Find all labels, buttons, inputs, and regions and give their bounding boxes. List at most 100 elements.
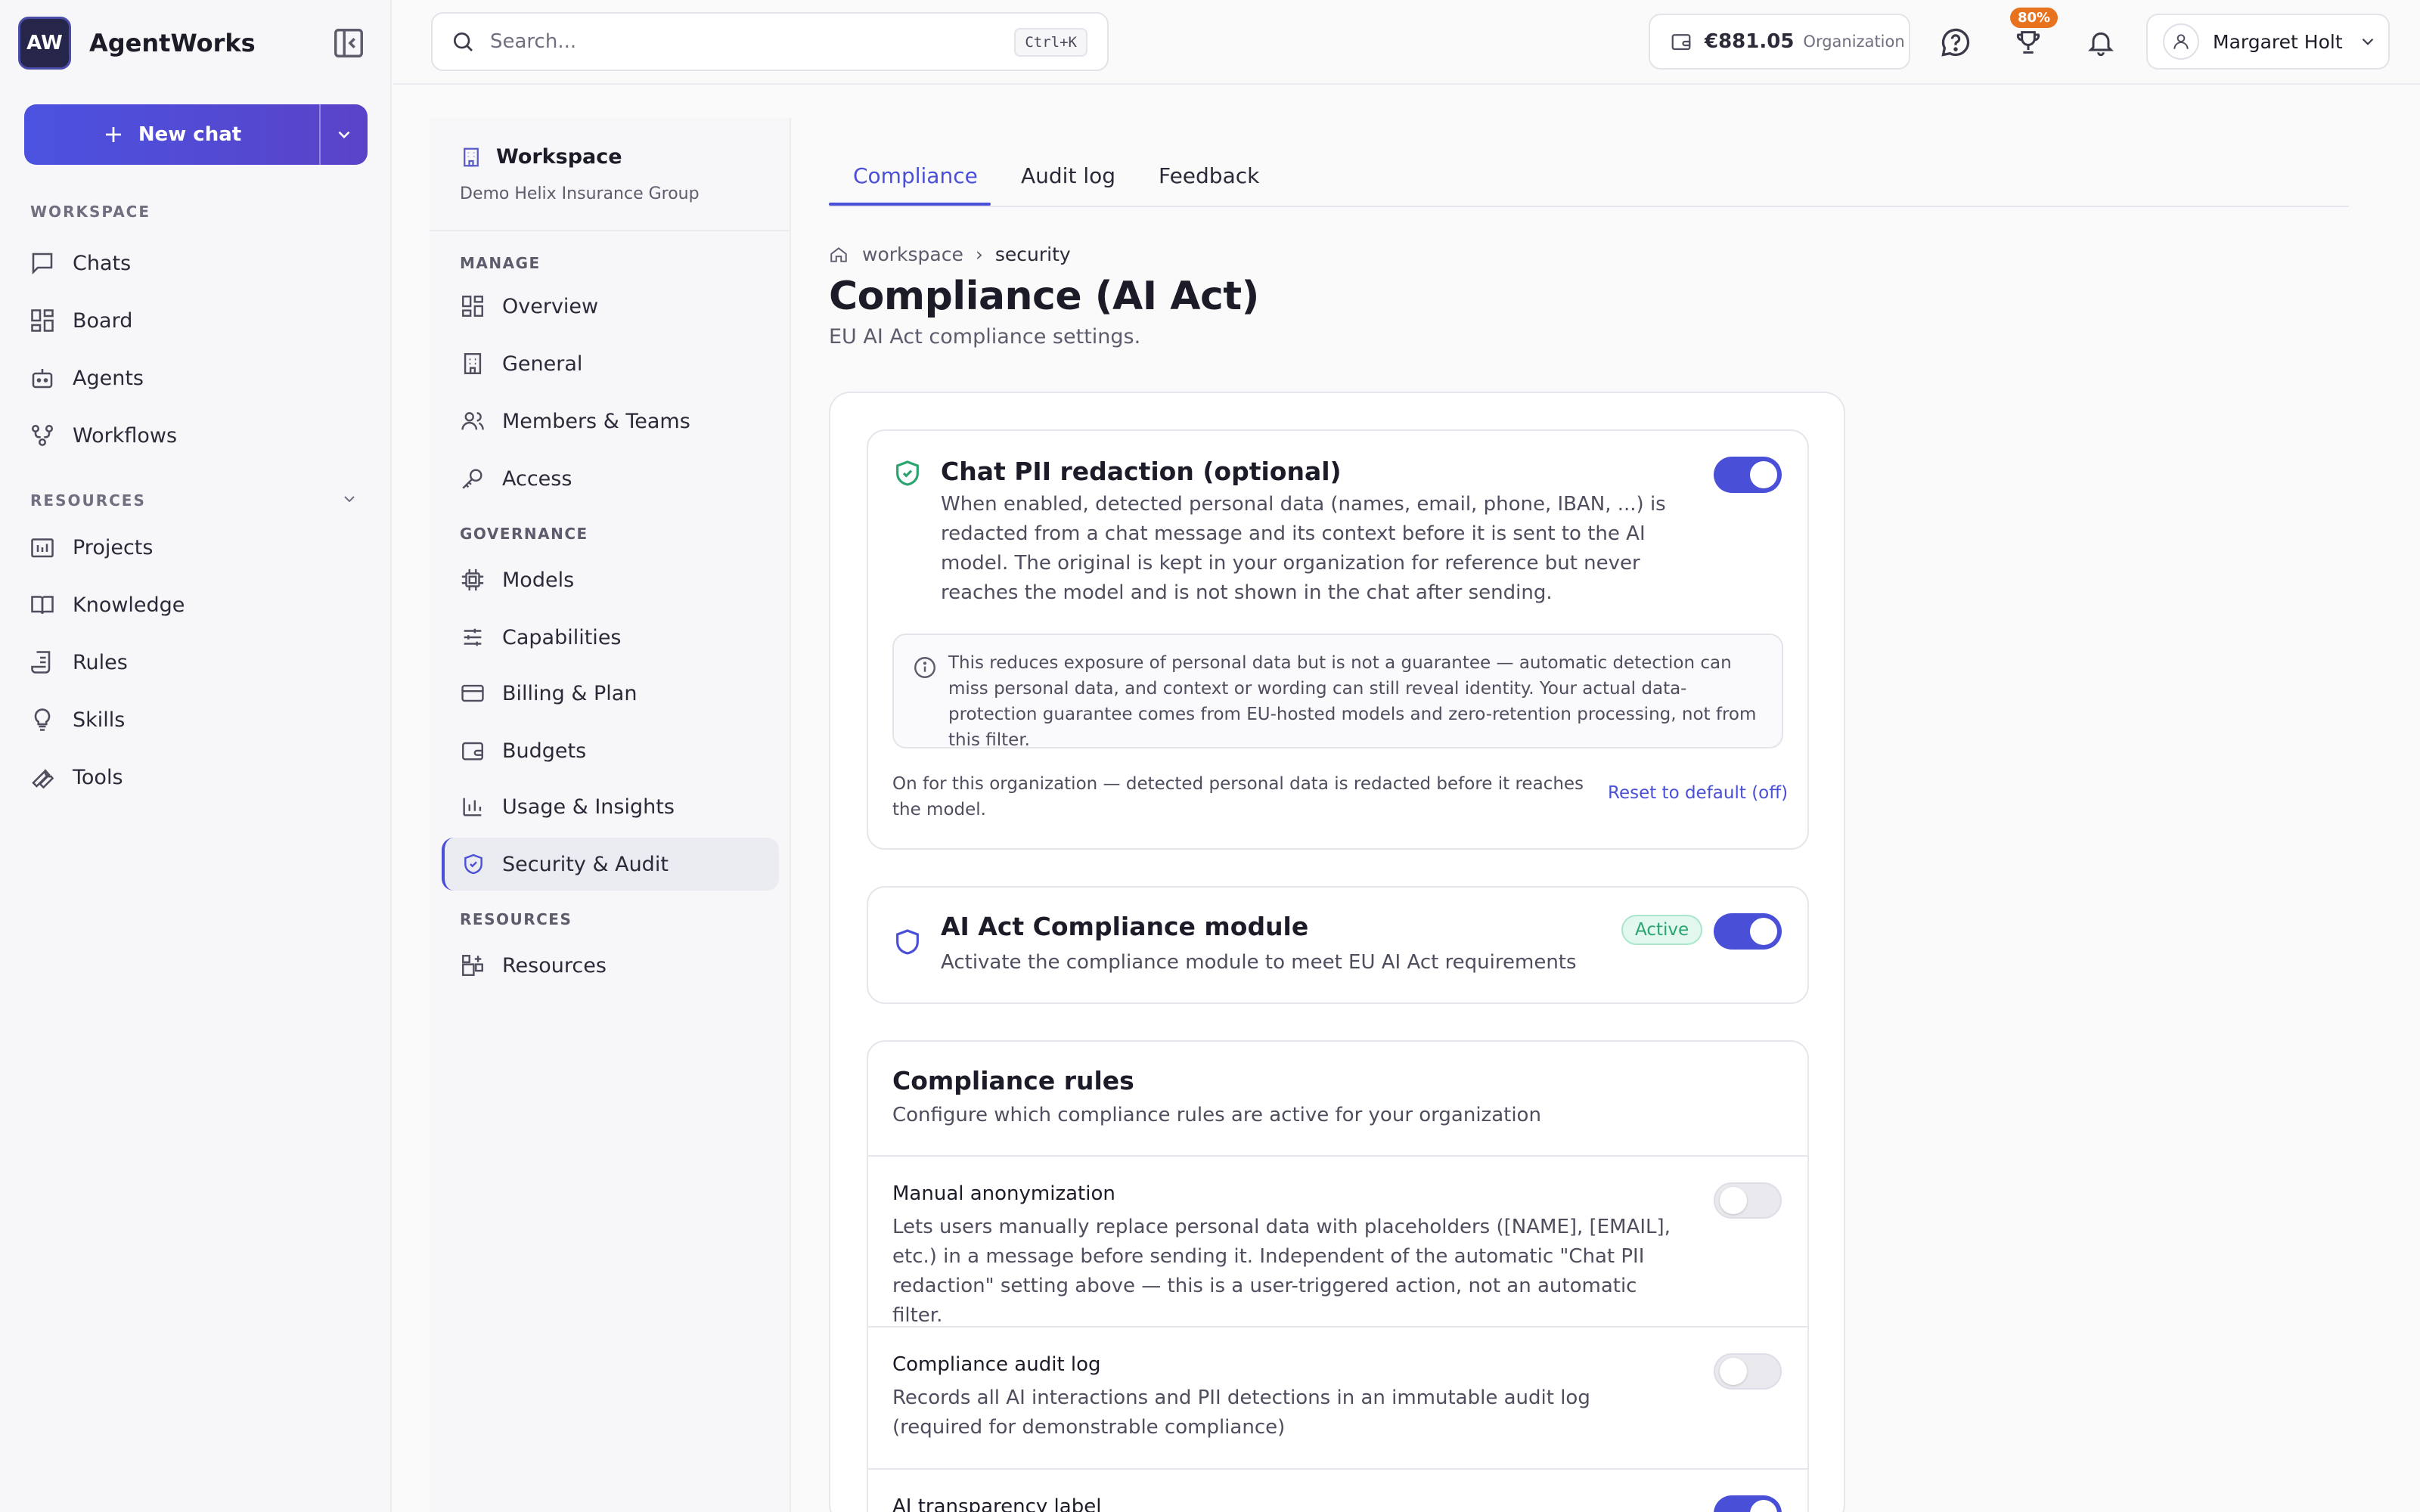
toggle-knob bbox=[1720, 1358, 1747, 1385]
page-subtitle: EU AI Act compliance settings. bbox=[829, 325, 1141, 349]
tab-compliance[interactable]: Compliance bbox=[853, 163, 978, 188]
sliders-icon bbox=[464, 628, 482, 646]
active-tab-indicator bbox=[829, 203, 991, 206]
usage-badge: 80% bbox=[2010, 8, 2059, 28]
usage-button[interactable] bbox=[2009, 23, 2048, 62]
tab-feedback[interactable]: Feedback bbox=[1159, 163, 1259, 188]
workspace-org-name: Demo Helix Insurance Group bbox=[460, 184, 700, 203]
breadcrumb-workspace[interactable]: workspace bbox=[862, 243, 963, 265]
sidebar-item-label: Agents bbox=[73, 366, 144, 390]
user-name: Margaret Holt bbox=[2213, 30, 2343, 53]
new-chat-options-button[interactable] bbox=[321, 104, 368, 165]
search-icon bbox=[454, 33, 473, 51]
subnav-item-label: Models bbox=[502, 568, 575, 592]
brand[interactable]: AW AgentWorks bbox=[18, 17, 256, 70]
sidebar-item-label: Board bbox=[73, 308, 133, 333]
sidebar-item-agents[interactable]: Agents bbox=[29, 354, 361, 402]
help-button[interactable] bbox=[1936, 23, 1975, 62]
sidebar-item-tools[interactable]: Tools bbox=[29, 753, 361, 801]
building-icon bbox=[464, 147, 479, 166]
sidebar-item-knowledge[interactable]: Knowledge bbox=[29, 581, 361, 629]
balance-button[interactable]: €881.05 Organization bbox=[1649, 14, 1910, 70]
sidebar-item-rules[interactable]: Rules bbox=[29, 638, 361, 686]
sidebar-item-skills[interactable]: Skills bbox=[29, 696, 361, 744]
rule-title: Manual anonymization bbox=[892, 1182, 1115, 1205]
pii-info-text: This reduces exposure of personal data b… bbox=[948, 653, 1757, 750]
compliance-rules-card: Compliance rules Configure which complia… bbox=[867, 1040, 1809, 1512]
compliance-audit-log-toggle[interactable] bbox=[1714, 1353, 1782, 1390]
subnav-item-usage-insights[interactable]: Usage & Insights bbox=[442, 780, 779, 833]
ai-act-module-title: AI Act Compliance module bbox=[941, 912, 1309, 941]
rule-description: Lets users manually replace personal dat… bbox=[892, 1216, 1671, 1327]
sidebar-item-board[interactable]: Board bbox=[29, 296, 361, 345]
subnav-item-label: Billing & Plan bbox=[502, 681, 638, 705]
subnav-item-budgets[interactable]: Budgets bbox=[442, 724, 779, 777]
sidebar-item-projects[interactable]: Projects bbox=[29, 523, 361, 572]
new-chat-button-group: New chat bbox=[24, 104, 368, 165]
subnav-item-overview[interactable]: Overview bbox=[442, 280, 779, 333]
reset-default-link[interactable]: Reset to default (off) bbox=[1608, 783, 1788, 803]
manual-anonymization-toggle[interactable] bbox=[1714, 1182, 1782, 1219]
user-icon bbox=[2173, 34, 2189, 49]
pii-status-text: On for this organization — detected pers… bbox=[892, 774, 1584, 820]
workspace-section-label: WORKSPACE bbox=[30, 203, 151, 221]
compliance-settings-panel: Chat PII redaction (optional) When enabl… bbox=[829, 392, 1845, 1512]
resources-collapse-toggle[interactable] bbox=[340, 490, 358, 508]
chevron-right-icon: › bbox=[975, 243, 983, 265]
breadcrumb-current: security bbox=[994, 243, 1071, 265]
building-icon bbox=[464, 353, 482, 374]
wrench-icon bbox=[32, 768, 54, 789]
sidebar-item-workflows[interactable]: Workflows bbox=[29, 411, 361, 460]
cpu-icon bbox=[461, 569, 484, 591]
sidebar-item-label: Rules bbox=[73, 650, 128, 674]
user-menu-button[interactable]: Margaret Holt bbox=[2146, 14, 2390, 70]
balance-scope: Organization bbox=[1803, 33, 1905, 51]
subnav-item-resources[interactable]: Resources bbox=[442, 939, 779, 992]
workflow-icon bbox=[31, 424, 54, 447]
sidebar-item-label: Knowledge bbox=[73, 593, 185, 617]
search-shortcut-hint: Ctrl+K bbox=[1014, 28, 1087, 57]
bot-icon bbox=[32, 369, 53, 389]
subnav-item-label: General bbox=[502, 352, 583, 376]
tab-audit-log[interactable]: Audit log bbox=[1021, 163, 1115, 188]
pii-redaction-description: When enabled, detected personal data (na… bbox=[941, 493, 1666, 604]
new-chat-button[interactable]: New chat bbox=[24, 104, 319, 165]
shield-check-icon bbox=[896, 460, 919, 486]
subnav-item-security-audit[interactable]: Security & Audit bbox=[442, 838, 779, 891]
search-box[interactable]: Ctrl+K bbox=[431, 12, 1109, 71]
subnav-item-label: Capabilities bbox=[502, 625, 622, 649]
compliance-rules-subtitle: Configure which compliance rules are act… bbox=[892, 1104, 1541, 1126]
dashboard-icon bbox=[462, 296, 483, 317]
users-icon bbox=[461, 412, 484, 430]
subnav-item-label: Usage & Insights bbox=[502, 795, 675, 819]
board-icon bbox=[31, 309, 54, 332]
notifications-button[interactable] bbox=[2081, 23, 2121, 62]
subnav-item-billing-plan[interactable]: Billing & Plan bbox=[442, 667, 779, 720]
ai-act-module-toggle[interactable] bbox=[1714, 913, 1782, 950]
settings-tabs: Compliance Audit log Feedback bbox=[829, 148, 2349, 207]
sidebar-item-label: Projects bbox=[73, 535, 154, 559]
wallet-icon bbox=[462, 742, 483, 761]
settings-subnav: Workspace Demo Helix Insurance Group MAN… bbox=[430, 118, 791, 1512]
divider bbox=[430, 230, 790, 231]
book-icon bbox=[31, 596, 54, 615]
subnav-item-members-teams[interactable]: Members & Teams bbox=[442, 395, 779, 448]
collapse-sidebar-button[interactable] bbox=[331, 26, 366, 60]
ai-transparency-label-toggle[interactable] bbox=[1714, 1495, 1782, 1512]
toggle-knob bbox=[1750, 918, 1777, 945]
app-sidebar: AW AgentWorks New chat WORKSPACE Chats B… bbox=[0, 0, 392, 1512]
toggle-knob bbox=[1750, 1500, 1777, 1512]
sidebar-item-chats[interactable]: Chats bbox=[29, 239, 361, 287]
sidebar-item-label: Tools bbox=[73, 765, 123, 789]
help-icon bbox=[1941, 28, 1970, 57]
page-title: Compliance (AI Act) bbox=[829, 274, 1259, 319]
subnav-item-access[interactable]: Access bbox=[442, 452, 779, 505]
compliance-rules-title: Compliance rules bbox=[892, 1066, 1134, 1095]
subnav-item-capabilities[interactable]: Capabilities bbox=[442, 611, 779, 664]
pii-redaction-toggle[interactable] bbox=[1714, 457, 1782, 493]
subnav-item-models[interactable]: Models bbox=[442, 553, 779, 606]
sidebar-item-label: Workflows bbox=[73, 423, 178, 448]
search-input[interactable] bbox=[490, 30, 974, 53]
chevron-down-icon bbox=[2362, 38, 2373, 45]
subnav-item-general[interactable]: General bbox=[442, 337, 779, 390]
